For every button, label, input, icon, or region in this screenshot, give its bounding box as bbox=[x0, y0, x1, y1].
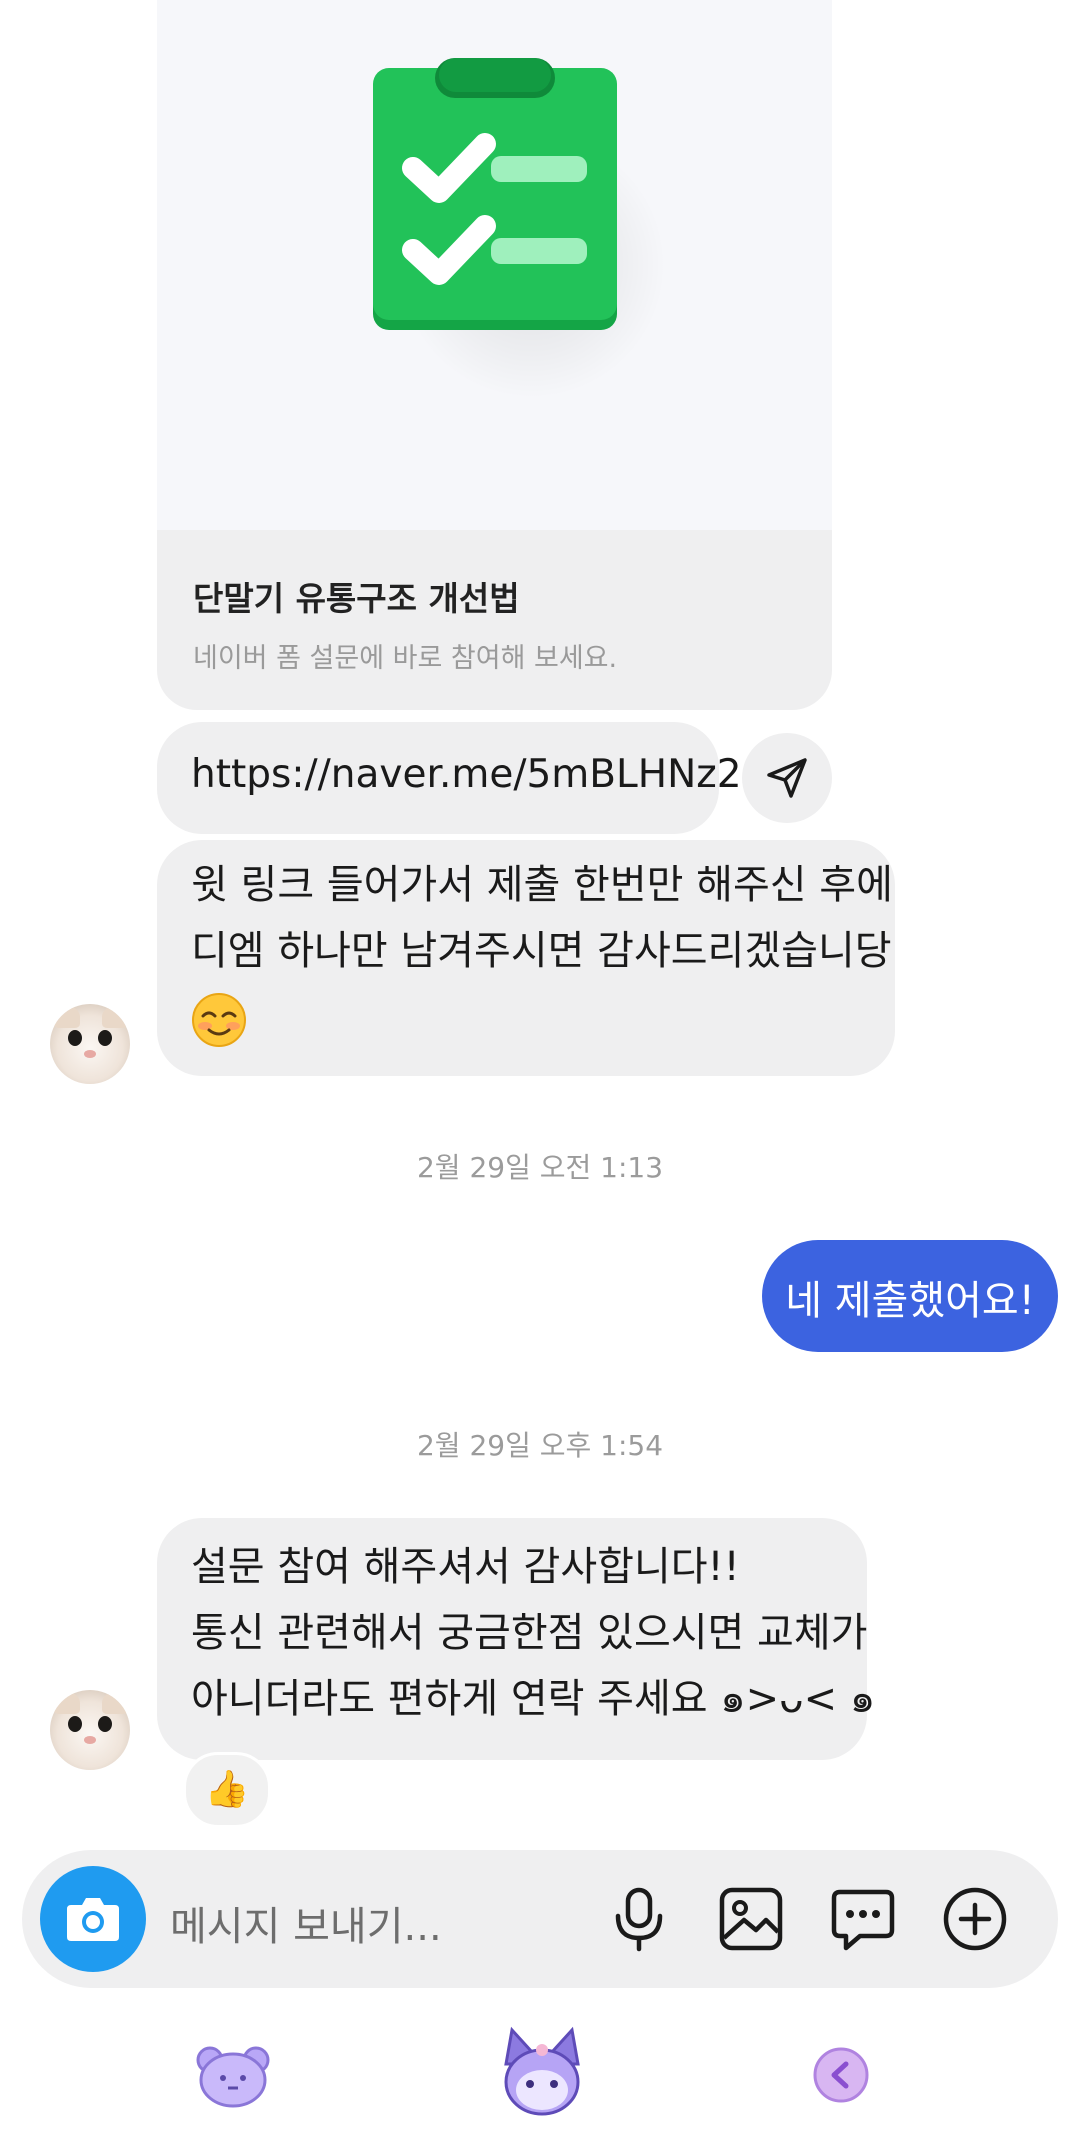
link-url[interactable]: https://naver.me/5mBLHNz2 bbox=[191, 752, 742, 797]
nav-item-back[interactable] bbox=[796, 2030, 886, 2120]
link-message-bubble[interactable]: https://naver.me/5mBLHNz2 bbox=[157, 722, 742, 834]
received-message-bubble[interactable]: 설문 참여 해주셔서 감사합니다!! 통신 관련해서 궁금한점 있으시면 교체가… bbox=[157, 1518, 875, 1760]
sender-avatar[interactable] bbox=[50, 1004, 130, 1084]
send-icon bbox=[767, 758, 807, 798]
link-card-description: 네이버 폼 설문에 바로 참여해 보세요. bbox=[193, 643, 618, 674]
sent-message-bubble[interactable]: 네 제출했어요! bbox=[762, 1240, 1058, 1352]
nav-item-center[interactable] bbox=[492, 2024, 592, 2124]
microphone-icon bbox=[615, 1887, 663, 1952]
message-line: 디엠 하나만 남겨주시면 감사드리겠습니당 bbox=[191, 928, 892, 974]
share-button[interactable] bbox=[742, 733, 832, 823]
clipboard-checklist-icon bbox=[373, 58, 617, 330]
link-preview-image bbox=[157, 0, 832, 530]
kuromi-icon bbox=[504, 2026, 580, 2116]
bear-icon bbox=[196, 2046, 270, 2108]
message-input[interactable]: 메시지 보내기... bbox=[170, 1894, 570, 1950]
message-line: 설문 참여 해주셔서 감사합니다!! bbox=[191, 1544, 740, 1590]
received-message-bubble[interactable]: 윗 링크 들어가서 제출 한번만 해주신 후에 디엠 하나만 남겨주시면 감사드… bbox=[157, 840, 895, 1076]
back-icon bbox=[813, 2047, 869, 2103]
thumbs-up-reaction[interactable]: 👍 bbox=[183, 1752, 271, 1828]
link-card-title: 단말기 유통구조 개선법 bbox=[193, 579, 520, 618]
microphone-button[interactable] bbox=[604, 1884, 674, 1954]
gallery-button[interactable] bbox=[716, 1884, 786, 1954]
smiling-emoji-icon bbox=[192, 993, 246, 1047]
sender-avatar[interactable] bbox=[50, 1690, 130, 1770]
nav-item-home[interactable] bbox=[188, 2030, 278, 2120]
message-composer: 메시지 보내기... bbox=[22, 1850, 1058, 1988]
link-preview-card[interactable]: 단말기 유통구조 개선법 네이버 폼 설문에 바로 참여해 보세요. bbox=[157, 0, 832, 710]
sticker-button[interactable] bbox=[828, 1884, 898, 1954]
sent-message-text: 네 제출했어요! bbox=[785, 1278, 1035, 1324]
message-line: 윗 링크 들어가서 제출 한번만 해주신 후에 bbox=[191, 862, 893, 908]
message-line: 아니더라도 편하게 연락 주세요 ๑>ᴗ< ๑ bbox=[191, 1676, 876, 1722]
message-line: 통신 관련해서 궁금한점 있으시면 교체가 bbox=[191, 1610, 868, 1656]
image-icon bbox=[719, 1887, 783, 1951]
camera-icon bbox=[67, 1898, 119, 1941]
message-timestamp: 2월 29일 오전 1:13 bbox=[416, 1151, 664, 1184]
more-button[interactable] bbox=[940, 1884, 1010, 1954]
message-timestamp: 2월 29일 오후 1:54 bbox=[416, 1429, 664, 1462]
sticker-chat-icon bbox=[831, 1889, 895, 1951]
plus-circle-icon bbox=[943, 1887, 1007, 1951]
camera-button[interactable] bbox=[40, 1866, 146, 1972]
